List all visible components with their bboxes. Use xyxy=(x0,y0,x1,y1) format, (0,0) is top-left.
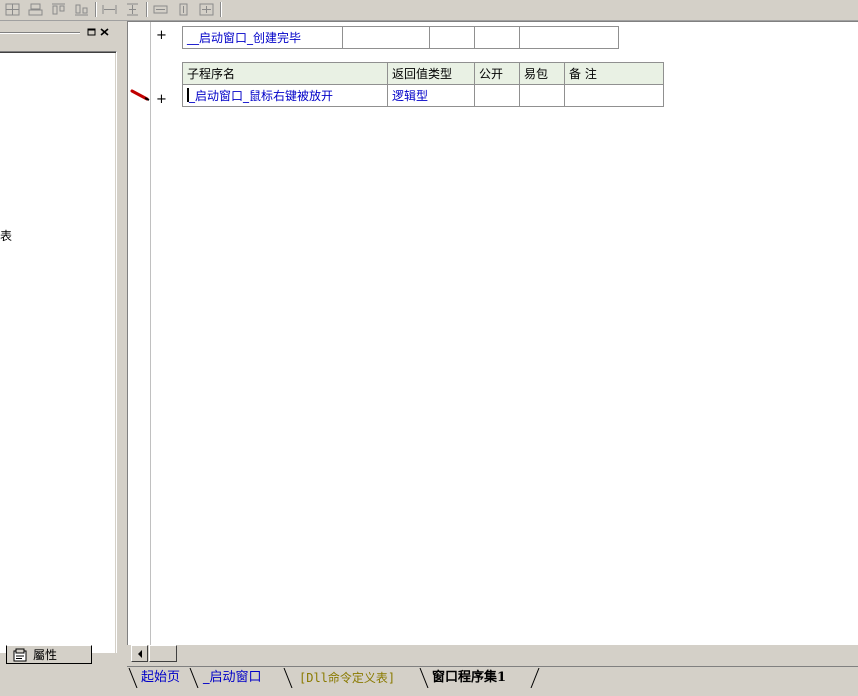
properties-tab-label: 屬性 xyxy=(33,648,58,662)
tab-startup-window[interactable]: _启动窗口 xyxy=(201,668,264,688)
align-bottom-icon[interactable] xyxy=(72,1,91,18)
panel-title-bar xyxy=(0,26,118,38)
panel-grip[interactable] xyxy=(0,32,80,34)
sub-table-2: 子程序名 返回值类型 公开 易包 备 注 _启动窗口_鼠标右键被放开 逻辑型 xyxy=(182,62,664,107)
tab-dll-commands[interactable]: [Dll命令定义表] xyxy=(297,668,397,688)
left-dock-panel: 表 xyxy=(0,21,125,665)
remark-cell[interactable] xyxy=(564,84,664,107)
tab-divider xyxy=(283,668,293,688)
tree-item-partial[interactable]: 表 xyxy=(0,227,12,244)
same-height-icon[interactable] xyxy=(174,1,193,18)
public-cell[interactable] xyxy=(429,26,475,49)
properties-tab[interactable]: 屬性 xyxy=(6,645,92,664)
easy-pack-cell[interactable] xyxy=(519,84,565,107)
tab-divider xyxy=(530,668,540,688)
expand-icon[interactable]: + xyxy=(156,93,167,106)
document-tabs: 起始页 _启动窗口 [Dll命令定义表] 窗口程序集1 xyxy=(127,666,858,696)
col-header-sub-name: 子程序名 xyxy=(182,62,388,85)
close-panel-icon[interactable] xyxy=(99,27,110,37)
alignment-toolbar xyxy=(0,0,858,21)
return-type-cell[interactable] xyxy=(342,26,430,49)
public-cell[interactable] xyxy=(474,84,520,107)
sub-name-text: _启动窗口_鼠标右键被放开 xyxy=(189,89,334,103)
toolbar-separator xyxy=(146,2,148,17)
toolbar-separator xyxy=(95,2,97,17)
toolbar-separator xyxy=(220,2,222,17)
remark-cell[interactable] xyxy=(519,26,619,49)
editor-gutter xyxy=(128,22,151,645)
tab-divider xyxy=(128,668,138,688)
col-header-remark: 备 注 xyxy=(564,62,664,85)
maximize-panel-icon[interactable] xyxy=(86,27,97,37)
same-size-icon[interactable] xyxy=(197,1,216,18)
expand-icon[interactable]: + xyxy=(156,29,167,42)
sub-name-cell[interactable]: _启动窗口_鼠标右键被放开 xyxy=(182,84,388,107)
col-header-return-type: 返回值类型 xyxy=(387,62,475,85)
horizontal-scrollbar[interactable] xyxy=(127,645,858,663)
arrow-left-icon xyxy=(137,649,142,658)
properties-icon xyxy=(13,648,27,661)
sub-table-1: __启动窗口_创建完毕 xyxy=(182,26,619,49)
align-top-icon[interactable] xyxy=(49,1,68,18)
scroll-left-button[interactable] xyxy=(131,645,148,662)
same-width-icon[interactable] xyxy=(151,1,170,18)
sub-name-cell[interactable]: __启动窗口_创建完毕 xyxy=(182,26,343,49)
tab-divider xyxy=(189,668,199,688)
align-center-icon[interactable] xyxy=(26,1,45,18)
scroll-thumb[interactable] xyxy=(149,645,177,662)
tab-divider xyxy=(419,668,429,688)
code-editor[interactable]: + __启动窗口_创建完毕 + 子程序名 返回值类型 公开 易包 备 注 _启动… xyxy=(127,21,858,645)
space-horizontal-icon[interactable] xyxy=(100,1,119,18)
easy-pack-cell[interactable] xyxy=(474,26,520,49)
tab-start-page[interactable]: 起始页 xyxy=(139,668,182,688)
pencil-icon xyxy=(130,89,150,101)
align-left-icon[interactable] xyxy=(3,1,22,18)
col-header-public: 公开 xyxy=(474,62,520,85)
tab-window-assembly-1[interactable]: 窗口程序集1 xyxy=(430,668,508,688)
space-vertical-icon[interactable] xyxy=(123,1,142,18)
project-tree[interactable]: 表 xyxy=(0,51,117,653)
return-type-cell[interactable]: 逻辑型 xyxy=(387,84,475,107)
col-header-easy-pack: 易包 xyxy=(519,62,565,85)
